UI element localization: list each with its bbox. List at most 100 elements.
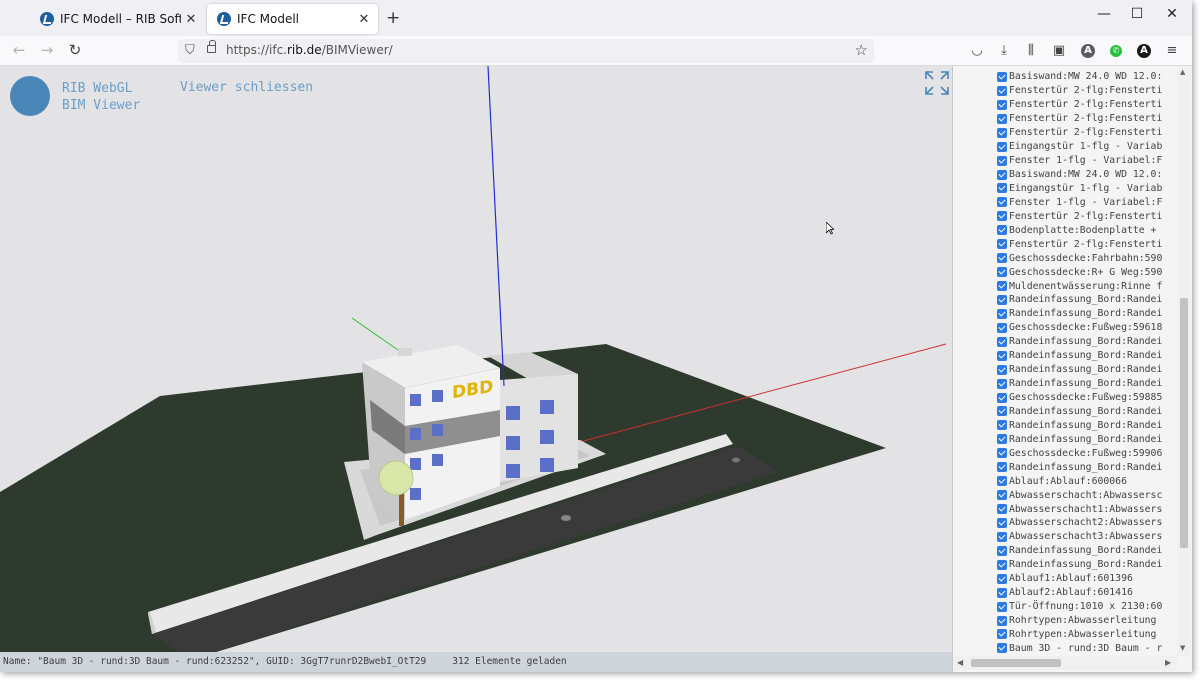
list-item[interactable]: Tür-Öffnung:1010 x 2130:60 [997, 600, 1173, 614]
element-checkbox[interactable] [997, 587, 1007, 598]
element-checkbox[interactable] [997, 517, 1007, 528]
close-viewer-link[interactable]: Viewer schliessen [180, 80, 313, 95]
close-window-button[interactable]: ✕ [1160, 6, 1184, 22]
scroll-left-icon[interactable]: ◀ [957, 658, 963, 667]
list-item[interactable]: Fenstertür 2-flg:Fensterti [997, 126, 1173, 140]
horizontal-scrollbar[interactable]: ◀ ▶ [953, 656, 1177, 670]
element-checkbox[interactable] [997, 392, 1007, 403]
element-checkbox[interactable] [997, 559, 1007, 570]
element-checkbox[interactable] [997, 378, 1007, 389]
menu-icon[interactable]: ≡ [1163, 42, 1181, 60]
download-icon[interactable]: ⤓ [995, 42, 1013, 60]
extension-icon[interactable]: A [1137, 44, 1151, 58]
vertical-scrollbar[interactable]: ▲ ▼ [1177, 66, 1191, 656]
list-item[interactable]: Basiswand:MW 24.0 WD 12.0: [997, 70, 1173, 84]
list-item[interactable]: Fenstertür 2-flg:Fensterti [997, 84, 1173, 98]
element-checkbox[interactable] [997, 113, 1007, 124]
element-checkbox[interactable] [997, 406, 1007, 417]
list-item[interactable]: Randeinfassung_Bord:Randei [997, 418, 1173, 432]
list-item[interactable]: Randeinfassung_Bord:Randei [997, 349, 1173, 363]
scroll-down-icon[interactable]: ▼ [1180, 644, 1185, 652]
bookmark-star-icon[interactable]: ☆ [855, 41, 868, 59]
element-checkbox[interactable] [997, 490, 1007, 501]
list-item[interactable]: Eingangstür 1-flg - Variab [997, 182, 1173, 196]
element-checkbox[interactable] [997, 364, 1007, 375]
list-item[interactable]: Ablauf1:Ablauf:601396 [997, 572, 1173, 586]
new-tab-button[interactable]: + [386, 8, 400, 28]
minimize-button[interactable]: — [1092, 6, 1116, 22]
list-item[interactable]: Basiswand:MW 24.0 WD 12.0: [997, 168, 1173, 182]
list-item[interactable]: Abwasserschacht3:Abwassers [997, 530, 1173, 544]
maximize-button[interactable]: ☐ [1125, 6, 1149, 22]
list-item[interactable]: Rohrtypen:Abwasserleitung [997, 614, 1173, 628]
list-item[interactable]: Abwasserschacht1:Abwassers [997, 502, 1173, 516]
element-checkbox[interactable] [997, 99, 1007, 110]
fullscreen-icon[interactable] [924, 70, 950, 96]
list-item[interactable]: Randeinfassung_Bord:Randei [997, 335, 1173, 349]
bim-viewer-canvas[interactable]: DBD RIB WebGL BIM Viewer Viewer schliess… [0, 66, 952, 672]
element-checkbox[interactable] [997, 127, 1007, 138]
element-checkbox[interactable] [997, 211, 1007, 222]
element-checkbox[interactable] [997, 183, 1007, 194]
lock-icon[interactable] [207, 40, 216, 53]
list-item[interactable]: Rohrtypen:Abwasserleitung [997, 628, 1173, 642]
close-tab-icon[interactable]: ✕ [354, 12, 374, 27]
list-item[interactable]: Fenstertür 2-flg:Fensterti [997, 98, 1173, 112]
address-bar[interactable]: ⛉ https://ifc.rib.de/BIMViewer/ ☆ [178, 39, 874, 63]
list-item[interactable]: Fenstertür 2-flg:Fensterti [997, 112, 1173, 126]
whatsapp-icon[interactable]: ✆ [1110, 45, 1122, 57]
list-item[interactable]: Fenstertür 2-flg:Fensterti [997, 209, 1173, 223]
list-item[interactable]: Randeinfassung_Bord:Randei [997, 460, 1173, 474]
list-item[interactable]: Randeinfassung_Bord:Randei [997, 432, 1173, 446]
list-item[interactable]: Geschossdecke:Fußweg:59906 [997, 446, 1173, 460]
element-checkbox[interactable] [997, 434, 1007, 445]
element-checkbox[interactable] [997, 629, 1007, 640]
element-checkbox[interactable] [997, 462, 1007, 473]
element-checkbox[interactable] [997, 155, 1007, 166]
element-checkbox[interactable] [997, 601, 1007, 612]
element-checkbox[interactable] [997, 531, 1007, 542]
list-item[interactable]: Randeinfassung_Bord:Randei [997, 293, 1173, 307]
sidebar-icon[interactable]: ▣ [1050, 42, 1068, 60]
element-checkbox[interactable] [997, 225, 1007, 236]
element-checkbox[interactable] [997, 141, 1007, 152]
element-checkbox[interactable] [997, 308, 1007, 319]
list-item[interactable]: Fenster 1-flg - Variabel:F [997, 154, 1173, 168]
pocket-icon[interactable]: ◡ [968, 42, 986, 60]
list-item[interactable]: Randeinfassung_Bord:Randei [997, 377, 1173, 391]
element-checkbox[interactable] [997, 239, 1007, 250]
scroll-right-icon[interactable]: ▶ [1165, 658, 1171, 667]
list-item[interactable]: Randeinfassung_Bord:Randei [997, 405, 1173, 419]
tab-ifc-modell[interactable]: IFC Modell ✕ [207, 4, 378, 34]
list-item[interactable]: Abwasserschacht:Abwassersc [997, 488, 1173, 502]
element-checkbox[interactable] [997, 71, 1007, 82]
3d-scene[interactable] [0, 66, 952, 652]
element-checkbox[interactable] [997, 336, 1007, 347]
element-checkbox[interactable] [997, 281, 1007, 292]
list-item[interactable]: Ablauf2:Ablauf:601416 [997, 586, 1173, 600]
list-item[interactable]: Geschossdecke:Fußweg:59885 [997, 391, 1173, 405]
list-item[interactable]: Geschossdecke:R+ G Weg:590 [997, 265, 1173, 279]
list-item[interactable]: Randeinfassung_Bord:Randei [997, 307, 1173, 321]
list-item[interactable]: Fenster 1-flg - Variabel:F [997, 195, 1173, 209]
reload-icon[interactable]: ↻ [64, 41, 86, 61]
element-checkbox[interactable] [997, 267, 1007, 278]
element-checkbox[interactable] [997, 197, 1007, 208]
list-item[interactable]: Geschossdecke:Fußweg:59618 [997, 321, 1173, 335]
element-list[interactable]: Basiswand:MW 24.0 WD 12.0: Fenstertür 2-f… [997, 70, 1173, 656]
tracking-shield-icon[interactable]: ⛉ [185, 43, 195, 58]
element-checkbox[interactable] [997, 169, 1007, 180]
element-checkbox[interactable] [997, 573, 1007, 584]
back-arrow-icon[interactable]: ← [8, 41, 30, 61]
element-checkbox[interactable] [997, 253, 1007, 264]
list-item[interactable]: Fenstertür 2-flg:Fensterti [997, 237, 1173, 251]
list-item[interactable]: Geschossdecke:Fahrbahn:590 [997, 251, 1173, 265]
forward-arrow-icon[interactable]: → [36, 41, 58, 61]
close-tab-icon[interactable]: ✕ [181, 12, 201, 27]
list-item[interactable]: Randeinfassung_Bord:Randei [997, 544, 1173, 558]
list-item[interactable]: Ablauf:Ablauf:600066 [997, 474, 1173, 488]
list-item[interactable]: Randeinfassung_Bord:Randei [997, 558, 1173, 572]
element-checkbox[interactable] [997, 615, 1007, 626]
h-scrollbar-thumb[interactable] [971, 659, 1061, 667]
element-checkbox[interactable] [997, 476, 1007, 487]
